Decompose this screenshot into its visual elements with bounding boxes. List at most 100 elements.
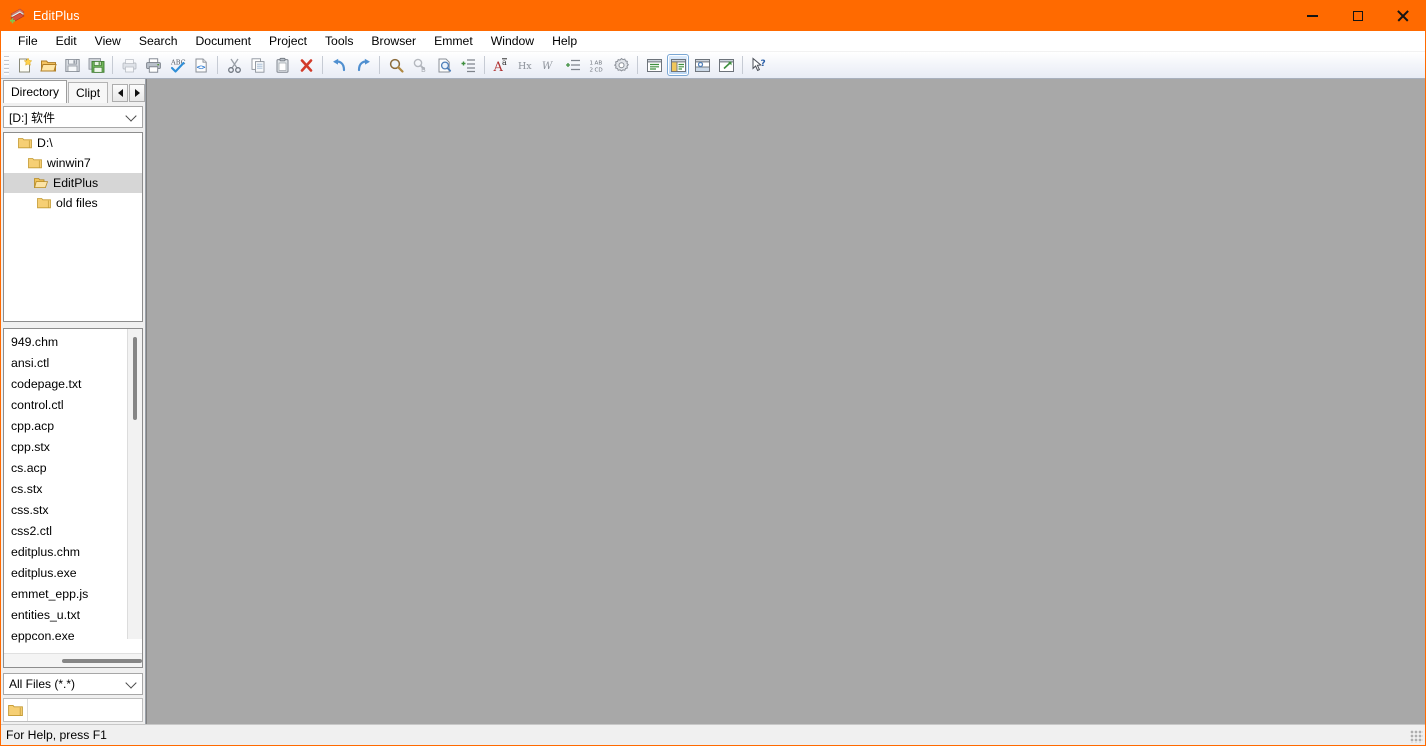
title-bar: EditPlus <box>1 1 1425 31</box>
context-help-icon[interactable]: ? <box>748 54 770 76</box>
menu-view[interactable]: View <box>86 32 130 51</box>
fullscreen-icon[interactable] <box>715 54 737 76</box>
list-item[interactable]: control.ctl <box>4 395 142 416</box>
tab-scroll-left-button[interactable] <box>112 84 128 102</box>
menu-search[interactable]: Search <box>130 32 187 51</box>
sort-icon[interactable]: 1 2 AB CD <box>586 54 608 76</box>
drive-combo[interactable]: [D:] 软件 <box>3 106 143 128</box>
menu-browser[interactable]: Browser <box>362 32 425 51</box>
file-list-panel: 949.chm ansi.ctl codepage.txt control.ct… <box>3 328 143 668</box>
find-in-files-icon[interactable] <box>433 54 455 76</box>
document-selector-icon[interactable] <box>643 54 665 76</box>
tab-cliptext[interactable]: Clipt <box>68 82 108 103</box>
tab-directory-label: Directory <box>11 85 59 99</box>
menu-file[interactable]: File <box>9 32 47 51</box>
chevron-left-icon <box>118 89 123 97</box>
print-preview-icon[interactable] <box>118 54 140 76</box>
redo-icon[interactable] <box>352 54 374 76</box>
file-filter-value: All Files (*.*) <box>9 677 75 691</box>
list-item[interactable]: cpp.stx <box>4 437 142 458</box>
menu-project[interactable]: Project <box>260 32 316 51</box>
mdi-client-area[interactable] <box>146 79 1425 724</box>
minimize-button[interactable] <box>1290 1 1335 31</box>
word-wrap-icon[interactable]: W <box>538 54 560 76</box>
drive-combo-value: [D:] 软件 <box>9 109 55 126</box>
paste-icon[interactable] <box>271 54 293 76</box>
status-bar: For Help, press F1 <box>1 724 1425 745</box>
list-item[interactable]: editplus.exe <box>4 563 142 584</box>
editplus-logo-icon <box>8 7 26 25</box>
open-folder-icon <box>34 177 48 189</box>
list-item[interactable]: entities_u.txt <box>4 605 142 626</box>
file-list[interactable]: 949.chm ansi.ctl codepage.txt control.ct… <box>4 329 142 653</box>
print-icon[interactable] <box>142 54 164 76</box>
list-item[interactable]: 949.chm <box>4 332 142 353</box>
menu-help[interactable]: Help <box>543 32 586 51</box>
tree-item-editplus[interactable]: EditPlus <box>4 173 142 193</box>
window-title: EditPlus <box>33 9 80 23</box>
resize-grip-icon[interactable] <box>1410 730 1423 743</box>
save-all-icon[interactable] <box>85 54 107 76</box>
folder-tree[interactable]: D:\ winwin7 EditPlus <box>3 132 143 322</box>
save-icon[interactable] <box>61 54 83 76</box>
tree-item-label: EditPlus <box>53 176 98 190</box>
hex-view-icon[interactable]: Hx <box>514 54 536 76</box>
chevron-right-icon <box>135 89 140 97</box>
directory-window-icon[interactable] <box>667 54 689 76</box>
chevron-down-icon <box>125 110 136 121</box>
tree-item-winwin7[interactable]: winwin7 <box>4 153 142 173</box>
list-item[interactable]: emmet_epp.js <box>4 584 142 605</box>
toolbar-grip[interactable] <box>4 56 9 75</box>
new-file-icon[interactable] <box>13 54 35 76</box>
maximize-button[interactable] <box>1335 1 1380 31</box>
view-source-icon[interactable]: <> <box>190 54 212 76</box>
svg-text:CD: CD <box>594 67 602 73</box>
list-item[interactable]: ansi.ctl <box>4 353 142 374</box>
menu-window[interactable]: Window <box>482 32 543 51</box>
list-item[interactable]: codepage.txt <box>4 374 142 395</box>
svg-text:B: B <box>421 66 426 74</box>
list-item[interactable]: css2.ctl <box>4 521 142 542</box>
cut-icon[interactable] <box>223 54 245 76</box>
list-item[interactable]: editplus.chm <box>4 542 142 563</box>
list-item[interactable]: cpp.acp <box>4 416 142 437</box>
tree-item-d-drive[interactable]: D:\ <box>4 133 142 153</box>
replace-icon[interactable]: B <box>409 54 431 76</box>
tab-scroll-buttons <box>111 84 145 102</box>
output-window-icon[interactable] <box>691 54 713 76</box>
scrollbar-thumb[interactable] <box>62 659 142 663</box>
list-item[interactable]: css.stx <box>4 500 142 521</box>
indent-icon[interactable] <box>562 54 584 76</box>
svg-text:?: ? <box>760 59 765 69</box>
file-list-horizontal-scrollbar[interactable] <box>4 653 142 667</box>
editplus-window: EditPlus File Edit View Search Document … <box>0 0 1426 746</box>
menu-document[interactable]: Document <box>186 32 260 51</box>
undo-icon[interactable] <box>328 54 350 76</box>
goto-line-icon[interactable] <box>457 54 479 76</box>
list-item[interactable]: cs.acp <box>4 458 142 479</box>
scrollbar-thumb[interactable] <box>133 337 137 420</box>
tree-item-old-files[interactable]: old files <box>4 193 142 213</box>
tab-directory[interactable]: Directory <box>3 80 67 103</box>
menu-edit[interactable]: Edit <box>47 32 86 51</box>
menu-tools[interactable]: Tools <box>316 32 362 51</box>
list-item[interactable]: cs.stx <box>4 479 142 500</box>
delete-icon[interactable] <box>295 54 317 76</box>
spell-check-icon[interactable]: ABC <box>166 54 188 76</box>
path-bar[interactable] <box>3 698 143 722</box>
list-item[interactable]: eppcon.exe <box>4 626 142 647</box>
uppercase-icon[interactable]: A a <box>490 54 512 76</box>
tab-scroll-right-button[interactable] <box>129 84 145 102</box>
copy-icon[interactable] <box>247 54 269 76</box>
window-controls <box>1290 1 1425 31</box>
find-icon[interactable] <box>385 54 407 76</box>
open-file-icon[interactable] <box>37 54 59 76</box>
menu-emmet[interactable]: Emmet <box>425 32 482 51</box>
file-list-vertical-scrollbar[interactable] <box>127 329 142 639</box>
tree-item-label: winwin7 <box>47 156 91 170</box>
folder-icon <box>37 197 51 209</box>
close-button[interactable] <box>1380 1 1425 31</box>
status-message: For Help, press F1 <box>6 728 107 742</box>
file-filter-combo[interactable]: All Files (*.*) <box>3 673 143 695</box>
preferences-icon[interactable] <box>610 54 632 76</box>
